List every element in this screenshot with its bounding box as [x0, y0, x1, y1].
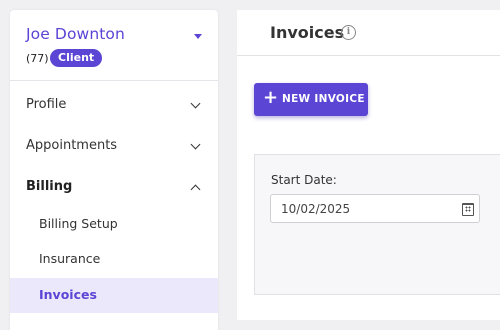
invoice-filter-panel: Start Date: 10/02/2025: [254, 154, 500, 295]
client-header: Joe Downton (77) Client: [10, 10, 218, 81]
sidebar-subitem-label: Billing Setup: [39, 216, 118, 231]
chevron-up-icon: [190, 184, 201, 195]
sidebar-subitem-invoices[interactable]: Invoices: [10, 278, 218, 313]
client-type-badge: Client: [50, 49, 103, 67]
chevron-down-icon: [190, 139, 201, 150]
start-date-label: Start Date:: [271, 173, 337, 187]
sidebar-subitem-insurance[interactable]: Insurance: [10, 242, 218, 277]
sidebar-subitem-label: Invoices: [39, 287, 97, 302]
sidebar-item-label: Appointments: [26, 138, 118, 153]
page-header: Invoices i: [237, 10, 500, 56]
sidebar-item-label: Billing: [26, 179, 73, 194]
new-invoice-label: NEW INVOICE: [282, 93, 365, 105]
new-invoice-button[interactable]: + NEW INVOICE: [254, 83, 368, 116]
sidebar-item-label: Profile: [26, 97, 67, 112]
client-count: (77): [26, 52, 49, 65]
client-name[interactable]: Joe Downton: [26, 25, 125, 43]
caret-down-icon[interactable]: [194, 34, 202, 39]
plus-icon: +: [263, 87, 279, 108]
calendar-icon[interactable]: [462, 203, 474, 216]
sidebar-item-appointments[interactable]: Appointments: [10, 126, 218, 166]
info-icon[interactable]: i: [341, 25, 356, 40]
chevron-down-icon: [190, 98, 201, 109]
start-date-value: 10/02/2025: [281, 202, 351, 216]
page-title: Invoices: [270, 23, 345, 42]
main-panel: Invoices i + NEW INVOICE Start Date: 10/…: [237, 10, 500, 320]
client-sidebar: Joe Downton (77) Client Profile Appointm…: [10, 10, 218, 330]
sidebar-subitem-billing-setup[interactable]: Billing Setup: [10, 207, 218, 242]
sidebar-item-profile[interactable]: Profile: [10, 85, 218, 125]
sidebar-subitem-label: Insurance: [39, 251, 101, 266]
start-date-input[interactable]: 10/02/2025: [270, 194, 480, 223]
sidebar-item-billing[interactable]: Billing: [10, 167, 218, 207]
